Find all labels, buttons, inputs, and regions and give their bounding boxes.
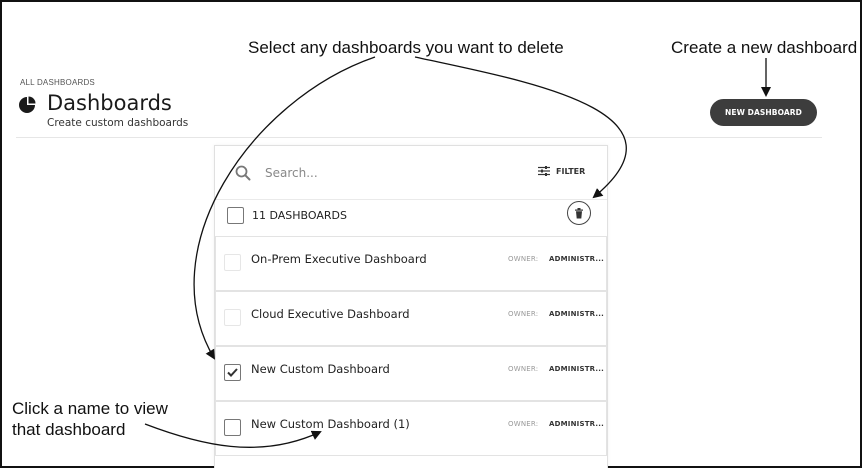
dashboard-list-panel: FILTER 11 DASHBOARDS On-Prem Executive D… (214, 145, 608, 468)
owner-value: ADMINISTR... (549, 420, 604, 428)
owner-label: OWNER: (508, 365, 539, 373)
new-dashboard-button[interactable]: NEW DASHBOARD (710, 99, 817, 126)
filter-label: FILTER (556, 166, 586, 176)
annotation-create: Create a new dashboard (671, 38, 858, 57)
owner-value: ADMINISTR... (549, 255, 604, 263)
header-divider (16, 137, 822, 138)
filter-icon (538, 166, 550, 176)
dashboard-name-link[interactable]: On-Prem Executive Dashboard (251, 252, 427, 266)
owner-label: OWNER: (508, 255, 539, 263)
list-item[interactable]: Cloud Executive Dashboard OWNER: ADMINIS… (215, 291, 607, 346)
list-item[interactable]: New Custom Dashboard (1) OWNER: ADMINIST… (215, 401, 607, 456)
dashboard-name-link[interactable]: New Custom Dashboard (251, 362, 390, 376)
annotation-click: Click a name to view that dashboard (12, 399, 168, 439)
search-input[interactable] (265, 162, 465, 184)
owner-value: ADMINISTR... (549, 310, 604, 318)
delete-button[interactable] (567, 201, 591, 225)
page-subtitle: Create custom dashboards (47, 117, 189, 129)
dashboard-name-link[interactable]: New Custom Dashboard (1) (251, 417, 410, 431)
row-checkbox-checked[interactable] (224, 364, 241, 381)
row-checkbox[interactable] (224, 309, 241, 326)
owner-value: ADMINISTR... (549, 365, 604, 373)
filter-button[interactable]: FILTER (538, 166, 585, 176)
row-checkbox[interactable] (224, 254, 241, 271)
select-all-checkbox[interactable] (227, 207, 244, 224)
owner-label: OWNER: (508, 420, 539, 428)
breadcrumb[interactable]: ALL DASHBOARDS (20, 78, 95, 87)
search-bar: FILTER (215, 146, 607, 200)
row-checkbox[interactable] (224, 419, 241, 436)
search-icon (235, 165, 251, 181)
list-item[interactable]: New Custom Dashboard OWNER: ADMINISTR... (215, 346, 607, 401)
dashboard-count: 11 DASHBOARDS (252, 209, 347, 222)
dashboard-name-link[interactable]: Cloud Executive Dashboard (251, 307, 410, 321)
owner-label: OWNER: (508, 310, 539, 318)
trash-icon (575, 207, 583, 218)
page-title: Dashboards (47, 91, 172, 115)
annotation-select: Select any dashboards you want to delete (248, 38, 564, 57)
checkmark-icon (227, 368, 238, 377)
select-all-row: 11 DASHBOARDS (215, 201, 607, 233)
list-item[interactable]: On-Prem Executive Dashboard OWNER: ADMIN… (215, 236, 607, 291)
pie-chart-icon (19, 96, 36, 113)
